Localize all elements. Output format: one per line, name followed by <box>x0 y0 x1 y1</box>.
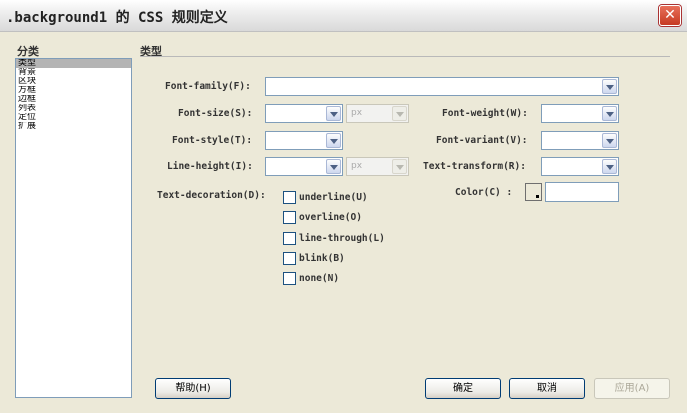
text-transform-select[interactable] <box>541 157 619 176</box>
font-variant-label: Font-variant(V): <box>436 135 528 146</box>
font-size-unit-value: px <box>351 108 363 118</box>
checkbox-box[interactable] <box>283 272 296 285</box>
close-button[interactable]: ✕ <box>659 5 681 26</box>
ok-button[interactable]: 确定 <box>425 378 501 399</box>
font-weight-select[interactable] <box>541 104 619 123</box>
category-item-positioning[interactable]: 定位 <box>16 113 131 122</box>
line-height-label: Line-height(I): <box>167 161 253 172</box>
help-button[interactable]: 帮助(H) <box>155 378 231 399</box>
cancel-button[interactable]: 取消 <box>509 378 585 399</box>
chevron-down-icon[interactable] <box>602 133 617 148</box>
chevron-down-icon[interactable] <box>326 159 341 174</box>
overline-label: overline(O) <box>299 212 362 223</box>
underline-label: underline(U) <box>299 192 368 203</box>
chevron-down-icon <box>392 159 407 174</box>
color-picker-button[interactable] <box>525 183 542 201</box>
text-decoration-label: Text-decoration(D): <box>157 190 266 201</box>
line-height-select[interactable] <box>265 157 343 176</box>
font-family-select[interactable] <box>265 77 619 96</box>
chevron-down-icon[interactable] <box>326 133 341 148</box>
title-bar: .background1 的 CSS 规则定义 ✕ <box>0 0 687 32</box>
css-rule-dialog: .background1 的 CSS 规则定义 ✕ 分类 类型 背景 区块 方框… <box>0 0 687 413</box>
color-label: Color(C) : <box>455 187 513 198</box>
font-variant-select[interactable] <box>541 131 619 150</box>
category-item-extensions[interactable]: 扩展 <box>16 122 131 131</box>
font-family-label: Font-family(F): <box>165 81 251 92</box>
font-style-label: Font-style(T): <box>172 135 253 146</box>
checkbox-box[interactable] <box>283 211 296 224</box>
font-size-select[interactable] <box>265 104 343 123</box>
apply-button[interactable]: 应用(A) <box>594 378 670 399</box>
category-header: 分类 <box>17 45 39 58</box>
line-height-unit-select: px <box>346 157 409 176</box>
close-icon: ✕ <box>664 7 676 23</box>
chevron-down-icon[interactable] <box>602 159 617 174</box>
font-size-unit-select: px <box>346 104 409 123</box>
chevron-down-icon[interactable] <box>326 106 341 121</box>
chevron-down-icon[interactable] <box>602 106 617 121</box>
chevron-down-icon[interactable] <box>602 79 617 94</box>
none-label: none(N) <box>299 273 340 284</box>
category-list[interactable]: 类型 背景 区块 方框 边框 列表 定位 扩展 <box>15 58 132 398</box>
category-item-list[interactable]: 列表 <box>16 104 131 113</box>
checkbox-box[interactable] <box>283 252 296 265</box>
blink-label: blink(B) <box>299 253 345 264</box>
category-item-box[interactable]: 方框 <box>16 86 131 95</box>
category-item-background[interactable]: 背景 <box>16 68 131 77</box>
line-height-unit-value: px <box>351 161 363 171</box>
line-through-label: line-through(L) <box>299 233 385 244</box>
checkbox-box[interactable] <box>283 191 296 204</box>
dialog-title: .background1 的 CSS 规则定义 <box>6 10 228 26</box>
category-item-border[interactable]: 边框 <box>16 95 131 104</box>
font-weight-label: Font-weight(W): <box>442 108 528 119</box>
chevron-down-icon <box>392 106 407 121</box>
font-size-label: Font-size(S): <box>178 108 253 119</box>
category-item-block[interactable]: 区块 <box>16 77 131 86</box>
checkbox-box[interactable] <box>283 232 296 245</box>
section-divider <box>140 56 670 57</box>
category-item-type[interactable]: 类型 <box>16 59 131 68</box>
color-input[interactable] <box>545 182 619 202</box>
text-transform-label: Text-transform(R): <box>423 161 526 172</box>
font-style-select[interactable] <box>265 131 343 150</box>
